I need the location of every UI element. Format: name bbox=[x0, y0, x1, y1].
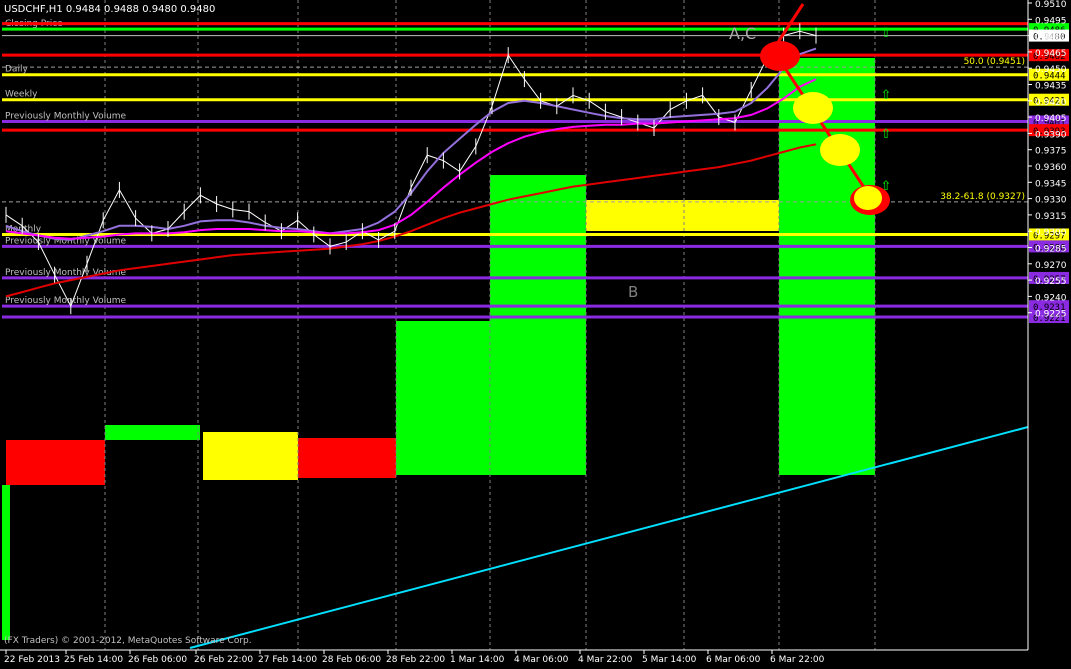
level-name-5: Weekly bbox=[5, 90, 38, 100]
y-tick-label-9: 0.9375 bbox=[1035, 147, 1067, 157]
y-tick-label-18: 0.9240 bbox=[1035, 293, 1067, 303]
y-tick-label-11: 0.9345 bbox=[1035, 179, 1067, 189]
up-arrow-icon-0: ⇧ bbox=[881, 26, 892, 41]
x-tick-label-9: 4 Mar 22:00 bbox=[578, 655, 633, 665]
annotation-b: B bbox=[628, 283, 638, 301]
y-tick-label-10: 0.9360 bbox=[1035, 163, 1067, 173]
x-tick-label-12: 6 Mar 22:00 bbox=[770, 655, 825, 665]
x-tick-label-1: 25 Feb 14:00 bbox=[64, 655, 123, 665]
y-tick-label-15: 0.9285 bbox=[1035, 245, 1067, 255]
x-tick-label-6: 28 Feb 22:00 bbox=[386, 655, 445, 665]
marker-yellow-2 bbox=[820, 134, 860, 166]
y-tick-label-16: 0.9270 bbox=[1035, 261, 1067, 271]
fib-label-1: 38.2-61.8 (0.9327) bbox=[940, 192, 1025, 202]
zone-box-7 bbox=[298, 438, 396, 478]
zone-box-6 bbox=[203, 432, 298, 480]
zone-box-4 bbox=[6, 440, 105, 485]
y-tick-label-1: 0.9495 bbox=[1035, 16, 1067, 26]
zone-box-8 bbox=[2, 485, 10, 640]
x-tick-label-2: 26 Feb 06:00 bbox=[128, 655, 187, 665]
marker-yellow-1 bbox=[793, 92, 833, 124]
y-tick-label-14: 0.9300 bbox=[1035, 228, 1067, 238]
y-tick-label-8: 0.9390 bbox=[1035, 130, 1067, 140]
copyright-text: (FX Traders) © 2001-2012, MetaQuotes Sof… bbox=[4, 636, 252, 646]
up-arrow-icon-2: ⇧ bbox=[881, 127, 892, 142]
zone-box-1 bbox=[490, 175, 586, 475]
y-tick-label-17: 0.9255 bbox=[1035, 277, 1067, 287]
zone-box-2 bbox=[396, 321, 490, 475]
y-tick-label-3: 0.9465 bbox=[1035, 49, 1067, 59]
y-tick-label-4: 0.9450 bbox=[1035, 65, 1067, 75]
x-tick-label-8: 4 Mar 06:00 bbox=[514, 655, 569, 665]
y-tick-label-13: 0.9315 bbox=[1035, 212, 1067, 222]
x-tick-label-10: 5 Mar 14:00 bbox=[642, 655, 697, 665]
x-tick-label-0: 22 Feb 2013 bbox=[4, 655, 60, 665]
fib-label-0: 50.0 (0.9451) bbox=[964, 57, 1025, 67]
x-tick-label-4: 27 Feb 14:00 bbox=[258, 655, 317, 665]
level-name-4: Daily bbox=[5, 65, 28, 75]
x-tick-label-11: 6 Mar 06:00 bbox=[706, 655, 761, 665]
y-tick-label-7: 0.9405 bbox=[1035, 114, 1067, 124]
y-tick-label-5: 0.9435 bbox=[1035, 82, 1067, 92]
up-arrow-icon-3: ⇧ bbox=[881, 179, 892, 194]
y-tick-label-6: 0.9420 bbox=[1035, 98, 1067, 108]
y-tick-label-12: 0.9330 bbox=[1035, 196, 1067, 206]
x-tick-label-5: 28 Feb 06:00 bbox=[322, 655, 381, 665]
chart-title: USDCHF,H1 0.9484 0.9488 0.9480 0.9480 bbox=[4, 4, 215, 15]
zone-box-3 bbox=[586, 200, 779, 231]
y-tick-label-0: 0.9510 bbox=[1035, 0, 1067, 10]
level-name-11: Previously Monthly Volume bbox=[5, 296, 127, 306]
annotation-ac: A,C bbox=[729, 24, 756, 43]
marker-red-top bbox=[760, 41, 800, 71]
up-arrow-icon-1: ⇧ bbox=[881, 88, 892, 103]
zone-box-5 bbox=[105, 425, 200, 440]
level-name-6: Previously Monthly Volume bbox=[5, 111, 127, 121]
x-tick-label-7: 1 Mar 14:00 bbox=[450, 655, 505, 665]
y-tick-label-2: 0.9480 bbox=[1035, 33, 1067, 43]
y-tick-label-19: 0.9225 bbox=[1035, 310, 1067, 320]
price-chart[interactable]: Closing Price0.94860.94800.9462Daily0.94… bbox=[0, 0, 1071, 669]
x-tick-label-3: 26 Feb 22:00 bbox=[194, 655, 253, 665]
marker-yellow-3 bbox=[854, 186, 882, 210]
